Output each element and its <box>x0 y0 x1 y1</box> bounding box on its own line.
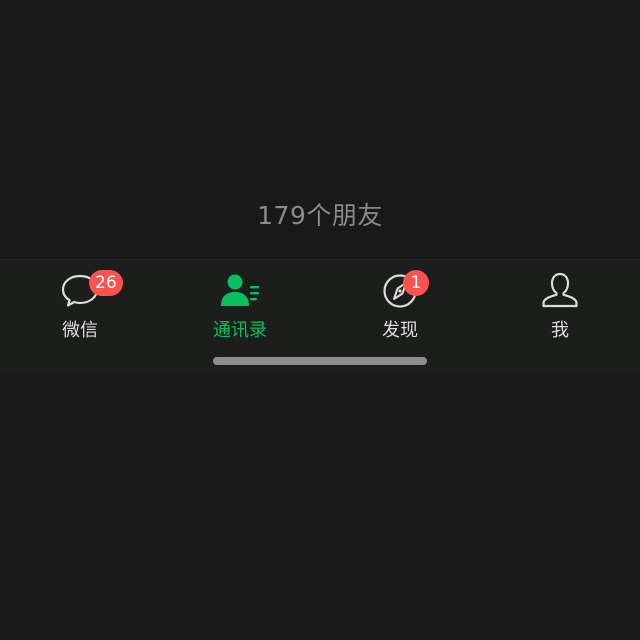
home-indicator[interactable] <box>213 357 427 365</box>
tab-discover-label: 发现 <box>382 320 418 341</box>
contacts-icon <box>221 274 259 306</box>
tab-me[interactable]: 我 <box>480 260 640 341</box>
contacts-screen: 179个朋友 26 微信 通讯录 1 发现 我 <box>0 0 640 640</box>
friend-count-label: 179个朋友 <box>257 201 383 230</box>
tab-contacts[interactable]: 通讯录 <box>160 260 320 341</box>
tab-me-label: 我 <box>551 320 569 341</box>
chats-unread-badge: 26 <box>89 270 123 296</box>
tab-contacts-label: 通讯录 <box>213 320 267 341</box>
tab-chats-label: 微信 <box>62 320 98 341</box>
person-icon <box>542 272 578 308</box>
tab-discover[interactable]: 1 发现 <box>320 260 480 341</box>
discover-unread-badge: 1 <box>403 270 429 296</box>
tab-chats[interactable]: 26 微信 <box>0 260 160 341</box>
